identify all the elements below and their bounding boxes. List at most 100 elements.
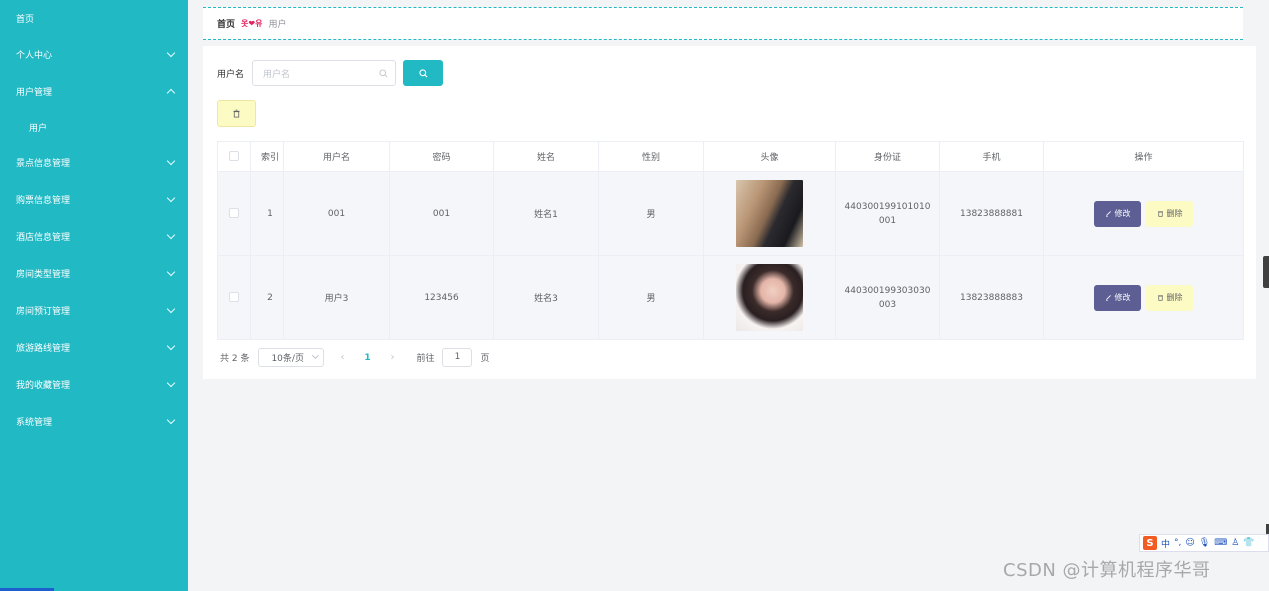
cell-gender: 男 <box>598 171 704 256</box>
chevron-down-icon <box>166 156 176 165</box>
microphone-icon[interactable]: 🎙 <box>1199 538 1210 548</box>
search-button[interactable] <box>403 60 444 86</box>
sidebar-item-label: 酒店信息管理 <box>16 233 71 243</box>
content-panel: 用户名 用户名 索引 用户名 密码 姓名 性别 头像 身份证 手机 操作 1 0… <box>203 46 1256 379</box>
edit-icon <box>1105 211 1111 217</box>
checkbox[interactable] <box>229 292 239 303</box>
column-header-gender: 性别 <box>598 141 704 172</box>
column-header-username: 用户名 <box>283 141 390 172</box>
breadcrumb-current: 用户 <box>268 20 287 30</box>
sidebar-item-label: 我的收藏管理 <box>16 381 71 391</box>
search-placeholder: 用户名 <box>263 69 291 80</box>
cell-username: 001 <box>283 171 390 256</box>
sidebar-item-user-management[interactable]: 用户管理 <box>0 73 188 110</box>
edit-label: 修改 <box>1114 209 1131 218</box>
breadcrumb-separator: 옷❤유 <box>241 19 263 28</box>
sidebar-item-scenic-info[interactable]: 景点信息管理 <box>0 144 188 181</box>
ime-toolbar[interactable]: S 中 °, ☺ 🎙 ⌨ ♙ 👕 <box>1139 534 1269 552</box>
batch-delete-button[interactable] <box>217 100 256 127</box>
page-number[interactable]: 1 <box>360 353 374 363</box>
chevron-down-icon <box>166 341 176 350</box>
emoji-icon[interactable]: ☺ <box>1185 538 1194 548</box>
sidebar-item-label: 用户管理 <box>16 88 53 98</box>
skin-icon[interactable]: 👕 <box>1243 538 1254 548</box>
page-suffix: 页 <box>480 354 490 364</box>
row-select-cell[interactable] <box>217 171 251 256</box>
breadcrumb-home[interactable]: 首页 <box>217 17 235 30</box>
search-icon <box>418 68 427 77</box>
page-size-select[interactable]: 10条/页 <box>258 348 325 367</box>
sidebar-item-personal-center[interactable]: 个人中心 <box>0 36 188 73</box>
delete-button[interactable]: 删除 <box>1146 284 1193 311</box>
delete-button[interactable]: 删除 <box>1146 200 1193 227</box>
sidebar-item-label: 用户 <box>29 123 48 134</box>
ime-lang[interactable]: 中 <box>1161 537 1170 550</box>
keyboard-icon[interactable]: ⌨ <box>1214 538 1227 548</box>
sidebar-item-label: 房间预订管理 <box>16 307 71 317</box>
delete-label: 删除 <box>1166 209 1183 218</box>
cell-actions: 修改 删除 <box>1043 171 1244 256</box>
trash-icon <box>233 109 240 118</box>
trash-icon <box>1157 211 1163 217</box>
column-header-actions: 操作 <box>1043 141 1244 172</box>
sidebar-item-room-booking[interactable]: 房间预订管理 <box>0 292 188 329</box>
avatar-image[interactable] <box>736 180 803 247</box>
search-label: 用户名 <box>217 69 245 80</box>
edit-label: 修改 <box>1114 293 1131 302</box>
table-header-row: 索引 用户名 密码 姓名 性别 头像 身份证 手机 操作 <box>217 141 1244 172</box>
pagination: 共 2 条 10条/页 ‹ 1 › 前往 1 页 <box>220 348 489 367</box>
cell-avatar <box>703 171 836 256</box>
edit-button[interactable]: 修改 <box>1094 200 1141 227</box>
column-header-avatar: 头像 <box>703 141 836 172</box>
edit-button[interactable]: 修改 <box>1094 284 1141 311</box>
checkbox[interactable] <box>229 151 239 162</box>
user-table: 索引 用户名 密码 姓名 性别 头像 身份证 手机 操作 1 001 001 姓… <box>217 141 1244 340</box>
avatar-image[interactable] <box>736 264 803 331</box>
cell-id-card: 440300199101010001 <box>835 171 940 256</box>
next-page-button[interactable]: › <box>382 352 402 363</box>
trash-icon <box>1157 295 1163 301</box>
sidebar-item-home[interactable]: 首页 <box>0 0 188 36</box>
pagination-total: 共 2 条 <box>220 354 250 364</box>
select-all-checkbox[interactable] <box>217 141 251 172</box>
sidebar-item-travel-route[interactable]: 旅游路线管理 <box>0 329 188 366</box>
checkbox[interactable] <box>229 208 239 219</box>
sidebar-item-ticket-info[interactable]: 购票信息管理 <box>0 181 188 218</box>
cell-name: 姓名3 <box>493 255 599 340</box>
cell-phone: 13823888881 <box>939 171 1044 256</box>
row-select-cell[interactable] <box>217 255 251 340</box>
prev-page-button[interactable]: ‹ <box>332 352 352 363</box>
cell-password: 123456 <box>389 255 494 340</box>
cell-phone: 13823888883 <box>939 255 1044 340</box>
column-header-name: 姓名 <box>493 141 599 172</box>
cell-avatar <box>703 255 836 340</box>
chevron-down-icon <box>166 415 176 424</box>
sidebar-subitem-user[interactable]: 用户 <box>0 110 188 144</box>
punctuation-icon[interactable]: °, <box>1174 538 1181 548</box>
chevron-down-icon <box>166 48 176 57</box>
chevron-down-icon <box>166 267 176 276</box>
column-header-password: 密码 <box>389 141 494 172</box>
chevron-down-icon <box>312 351 320 360</box>
cell-actions: 修改 删除 <box>1043 255 1244 340</box>
sidebar-item-label: 房间类型管理 <box>16 270 71 280</box>
user-icon[interactable]: ♙ <box>1231 538 1239 548</box>
sidebar-item-favorites[interactable]: 我的收藏管理 <box>0 366 188 403</box>
sidebar-item-label: 旅游路线管理 <box>16 344 71 354</box>
search-icon <box>379 68 388 77</box>
cell-gender: 男 <box>598 255 704 340</box>
delete-label: 删除 <box>1166 293 1183 302</box>
goto-page-input[interactable]: 1 <box>442 348 473 367</box>
edit-icon <box>1105 295 1111 301</box>
cell-index: 2 <box>250 255 284 340</box>
sidebar-item-system[interactable]: 系统管理 <box>0 403 188 440</box>
chevron-down-icon <box>166 193 176 202</box>
sidebar-item-label: 系统管理 <box>16 418 53 428</box>
side-handle[interactable] <box>1263 256 1269 288</box>
sidebar-item-label: 首页 <box>16 14 35 25</box>
search-input[interactable]: 用户名 <box>252 60 397 86</box>
sidebar-item-label: 景点信息管理 <box>16 159 71 169</box>
sidebar-item-hotel-info[interactable]: 酒店信息管理 <box>0 218 188 255</box>
sidebar-item-room-type[interactable]: 房间类型管理 <box>0 255 188 292</box>
page-size-value: 10条/页 <box>271 354 304 364</box>
